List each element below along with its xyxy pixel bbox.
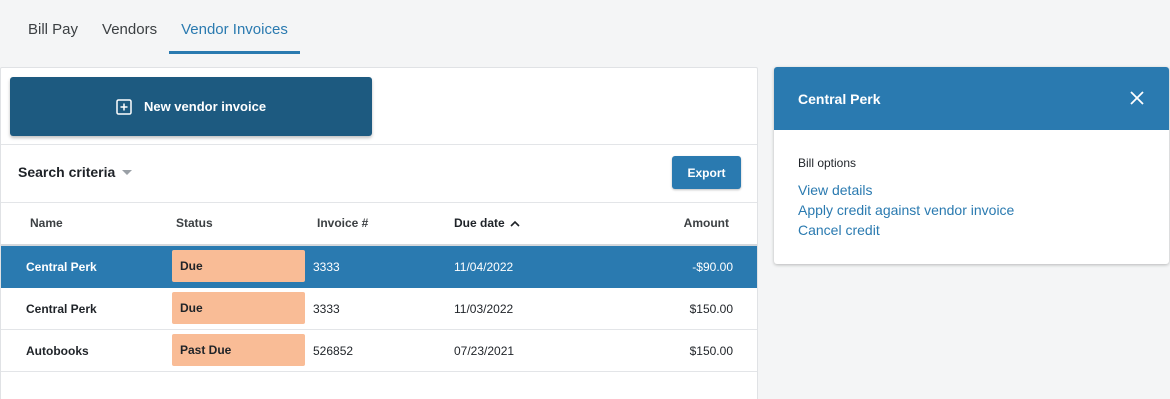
row-invoice: 3333 <box>313 260 340 274</box>
row-name: Central Perk <box>26 260 97 274</box>
bill-options-label: Bill options <box>798 156 857 170</box>
row-invoice: 526852 <box>313 344 354 358</box>
row-amount: $150.00 <box>689 302 733 316</box>
column-header-invoice[interactable]: Invoice # <box>317 202 368 244</box>
row-amount: -$90.00 <box>692 260 733 274</box>
tab-vendors[interactable]: Vendors <box>90 0 169 54</box>
search-criteria-label: Search criteria <box>18 164 116 180</box>
panel-body: Bill options View details Apply credit a… <box>774 130 1169 240</box>
column-header-amount[interactable]: Amount <box>684 202 729 244</box>
row-name: Central Perk <box>26 302 97 316</box>
new-vendor-invoice-label: New vendor invoice <box>143 99 267 114</box>
sort-ascending-icon <box>510 220 520 227</box>
close-icon[interactable] <box>1129 90 1145 106</box>
view-details-link[interactable]: View details <box>798 180 1145 200</box>
plus-square-icon <box>116 98 132 115</box>
table-row[interactable]: Central Perk Due 3333 11/04/2022 -$90.00 <box>1 246 757 288</box>
apply-credit-link[interactable]: Apply credit against vendor invoice <box>798 200 1145 220</box>
column-header-status[interactable]: Status <box>176 202 213 244</box>
caret-down-icon <box>122 169 133 175</box>
tab-bar: Bill Pay Vendors Vendor Invoices <box>16 0 300 54</box>
tab-vendor-invoices[interactable]: Vendor Invoices <box>169 0 300 54</box>
column-header-name[interactable]: Name <box>30 202 63 244</box>
row-name: Autobooks <box>26 344 89 358</box>
table-row[interactable]: Central Perk Due 3333 11/03/2022 $150.00 <box>1 288 757 330</box>
new-vendor-invoice-button[interactable]: New vendor invoice <box>10 77 372 136</box>
panel-title: Central Perk <box>798 91 881 107</box>
table-row[interactable]: Autobooks Past Due 526852 07/23/2021 $15… <box>1 330 757 372</box>
column-header-due-date-label: Due date <box>454 216 505 230</box>
row-due-date: 07/23/2021 <box>454 344 515 358</box>
invoices-panel: New vendor invoice Search criteria Expor… <box>0 67 758 399</box>
row-invoice: 3333 <box>313 302 340 316</box>
panel-header: Central Perk <box>774 67 1169 130</box>
row-amount: $150.00 <box>689 344 733 358</box>
cancel-credit-link[interactable]: Cancel credit <box>798 220 1145 240</box>
status-badge: Past Due <box>172 334 305 366</box>
tab-bill-pay[interactable]: Bill Pay <box>16 0 90 54</box>
table-header: Name Status Invoice # Due date Amount <box>1 202 757 244</box>
status-badge: Due <box>172 292 305 324</box>
column-header-due-date[interactable]: Due date <box>454 202 520 244</box>
row-due-date: 11/04/2022 <box>454 260 514 274</box>
search-criteria-dropdown[interactable]: Search criteria <box>18 164 133 180</box>
divider <box>1 144 757 145</box>
row-due-date: 11/03/2022 <box>454 302 514 316</box>
status-badge: Due <box>172 250 305 282</box>
bill-options-panel: Central Perk Bill options View details A… <box>774 67 1169 264</box>
export-button[interactable]: Export <box>672 156 741 189</box>
